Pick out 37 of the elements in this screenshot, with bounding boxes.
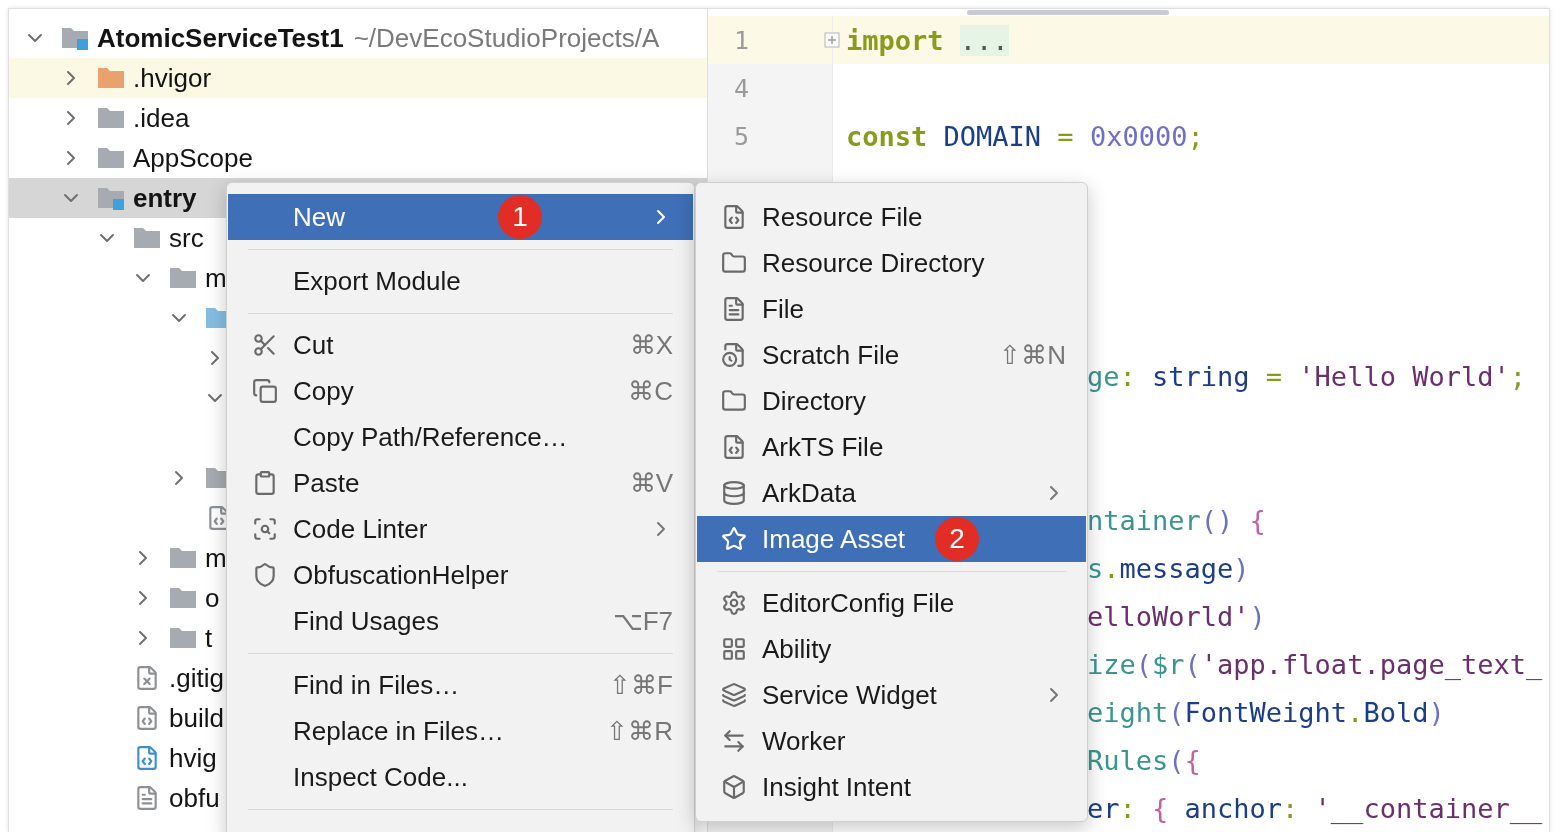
shortcut-text: ⇧⌘R	[606, 715, 673, 747]
line-number: 4	[734, 73, 750, 103]
line-number: 1	[734, 25, 750, 55]
tree-label: build	[169, 702, 224, 734]
tree-label: m	[205, 262, 226, 294]
project-path: ~/DevEcoStudioProjects/A	[353, 22, 660, 54]
code-line: s.message)	[1087, 552, 1250, 584]
code-line: er: { anchor: '__container__	[1087, 792, 1543, 824]
step-badge: 2	[935, 517, 979, 561]
tree-label: entry	[133, 182, 197, 214]
code-line: eight(FontWeight.Bold)	[1087, 696, 1445, 728]
tree-label: o	[205, 582, 220, 614]
shortcut-text: ⌘V	[629, 467, 673, 499]
tree-label: obfu	[169, 782, 220, 814]
code-line: Rules({	[1087, 744, 1201, 776]
code-line: ntainer() {	[1087, 504, 1266, 536]
code-line: ize($r('app.float.page_text_	[1087, 648, 1543, 680]
code-line: ge: string = 'Hello World';	[1087, 360, 1526, 392]
tree-label: AtomicServiceTest1	[97, 22, 344, 54]
shortcut-text: ⇧⌘N	[999, 339, 1066, 371]
shortcut-text: ⇧⌘F	[609, 669, 673, 701]
tree-label: hvig	[169, 742, 217, 774]
shortcut-text: ⌘X	[629, 329, 673, 361]
tree-label: t	[205, 622, 213, 654]
tree-label: src	[169, 222, 204, 254]
code-line: import ...	[846, 24, 1009, 56]
step-badge: 1	[498, 195, 542, 239]
line-number: 5	[734, 121, 750, 151]
tree-label: .hvigor	[133, 62, 212, 94]
code-line: const DOMAIN = 0x0000;	[846, 120, 1204, 152]
tree-label: m	[205, 542, 226, 574]
tree-label: AppScope	[133, 142, 253, 174]
code-line: elloWorld')	[1087, 600, 1266, 632]
shortcut-text: ⌥F7	[612, 605, 673, 637]
tree-label: .idea	[133, 102, 190, 134]
shortcut-text: ⌘C	[628, 375, 673, 407]
tree-label: .gitig	[169, 662, 224, 694]
